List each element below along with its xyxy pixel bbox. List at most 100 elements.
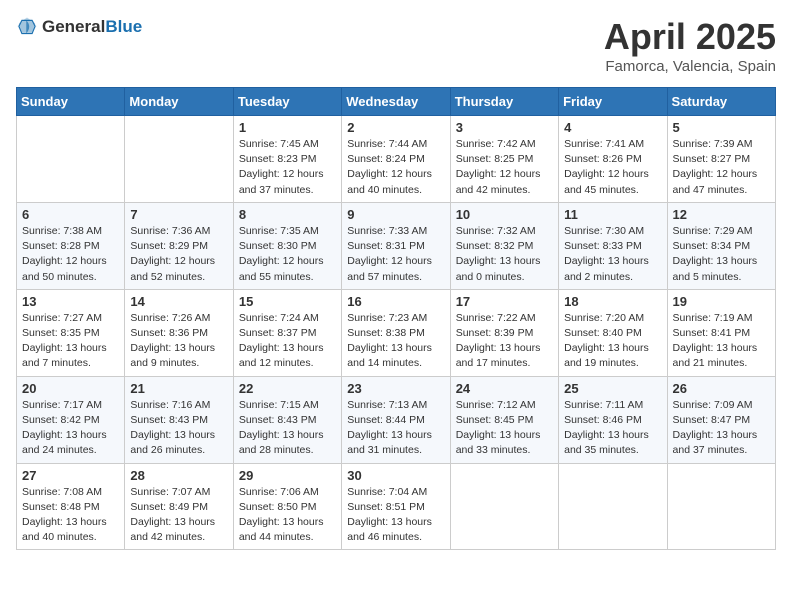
calendar-cell [17,116,125,203]
calendar-cell: 11 Sunrise: 7:30 AMSunset: 8:33 PMDayligh… [559,202,667,289]
day-info: Sunrise: 7:33 AMSunset: 8:31 PMDaylight:… [347,224,444,285]
day-info: Sunrise: 7:26 AMSunset: 8:36 PMDaylight:… [130,311,227,372]
calendar-cell: 12Sunrise: 7:29 AMSunset: 8:34 PMDayligh… [667,202,775,289]
day-number: 1 [239,120,336,135]
day-number: 4 [564,120,661,135]
weekday-header-monday: Monday [125,88,233,116]
weekday-header-sunday: Sunday [17,88,125,116]
location-subtitle: Famorca, Valencia, Spain [604,58,776,75]
calendar-cell: 6 Sunrise: 7:38 AMSunset: 8:28 PMDaylight… [17,202,125,289]
day-number: 2 [347,120,444,135]
calendar-week-row: 20 Sunrise: 7:17 AMSunset: 8:42 PMDayligh… [17,376,776,463]
day-info: Sunrise: 7:13 AMSunset: 8:44 PMDaylight:… [347,398,444,459]
weekday-header-wednesday: Wednesday [342,88,450,116]
day-number: 9 [347,207,444,222]
calendar-week-row: 1 Sunrise: 7:45 AMSunset: 8:23 PMDaylight… [17,116,776,203]
calendar-cell: 15Sunrise: 7:24 AMSunset: 8:37 PMDayligh… [233,289,341,376]
day-number: 30 [347,468,444,483]
day-number: 20 [22,381,119,396]
calendar-cell: 1 Sunrise: 7:45 AMSunset: 8:23 PMDaylight… [233,116,341,203]
calendar-cell: 29Sunrise: 7:06 AMSunset: 8:50 PMDayligh… [233,463,341,550]
day-info: Sunrise: 7:35 AMSunset: 8:30 PMDaylight:… [239,224,336,285]
calendar-cell: 23 Sunrise: 7:13 AMSunset: 8:44 PMDayligh… [342,376,450,463]
day-number: 27 [22,468,119,483]
logo-blue: Blue [105,17,142,36]
calendar-cell: 7 Sunrise: 7:36 AMSunset: 8:29 PMDaylight… [125,202,233,289]
calendar-cell: 14Sunrise: 7:26 AMSunset: 8:36 PMDayligh… [125,289,233,376]
calendar-cell: 13 Sunrise: 7:27 AMSunset: 8:35 PMDayligh… [17,289,125,376]
weekday-header-friday: Friday [559,88,667,116]
calendar-cell: 18 Sunrise: 7:20 AMSunset: 8:40 PMDayligh… [559,289,667,376]
day-info: Sunrise: 7:36 AMSunset: 8:29 PMDaylight:… [130,224,227,285]
day-number: 13 [22,294,119,309]
calendar-cell: 9 Sunrise: 7:33 AMSunset: 8:31 PMDaylight… [342,202,450,289]
calendar-cell: 21 Sunrise: 7:16 AMSunset: 8:43 PMDayligh… [125,376,233,463]
calendar-cell: 16 Sunrise: 7:23 AMSunset: 8:38 PMDayligh… [342,289,450,376]
day-number: 22 [239,381,336,396]
calendar-cell: 30 Sunrise: 7:04 AMSunset: 8:51 PMDayligh… [342,463,450,550]
title-area: April 2025 Famorca, Valencia, Spain [604,16,776,75]
day-info: Sunrise: 7:07 AMSunset: 8:49 PMDaylight:… [130,485,227,546]
calendar-week-row: 6 Sunrise: 7:38 AMSunset: 8:28 PMDaylight… [17,202,776,289]
day-number: 29 [239,468,336,483]
day-info: Sunrise: 7:45 AMSunset: 8:23 PMDaylight:… [239,137,336,198]
calendar-cell: 28 Sunrise: 7:07 AMSunset: 8:49 PMDayligh… [125,463,233,550]
weekday-header-saturday: Saturday [667,88,775,116]
day-info: Sunrise: 7:15 AMSunset: 8:43 PMDaylight:… [239,398,336,459]
day-info: Sunrise: 7:39 AMSunset: 8:27 PMDaylight:… [673,137,770,198]
day-info: Sunrise: 7:32 AMSunset: 8:32 PMDaylight:… [456,224,553,285]
calendar-cell [667,463,775,550]
calendar-cell: 20 Sunrise: 7:17 AMSunset: 8:42 PMDayligh… [17,376,125,463]
calendar-table: SundayMondayTuesdayWednesdayThursdayFrid… [16,87,776,550]
calendar-cell: 25Sunrise: 7:11 AMSunset: 8:46 PMDayligh… [559,376,667,463]
day-info: Sunrise: 7:44 AMSunset: 8:24 PMDaylight:… [347,137,444,198]
calendar-cell [559,463,667,550]
day-info: Sunrise: 7:16 AMSunset: 8:43 PMDaylight:… [130,398,227,459]
day-number: 26 [673,381,770,396]
day-info: Sunrise: 7:30 AMSunset: 8:33 PMDaylight:… [564,224,661,285]
day-number: 17 [456,294,553,309]
day-info: Sunrise: 7:27 AMSunset: 8:35 PMDaylight:… [22,311,119,372]
day-number: 11 [564,207,661,222]
calendar-cell: 8 Sunrise: 7:35 AMSunset: 8:30 PMDaylight… [233,202,341,289]
day-number: 10 [456,207,553,222]
day-info: Sunrise: 7:41 AMSunset: 8:26 PMDaylight:… [564,137,661,198]
day-info: Sunrise: 7:08 AMSunset: 8:48 PMDaylight:… [22,485,119,546]
day-info: Sunrise: 7:19 AMSunset: 8:41 PMDaylight:… [673,311,770,372]
day-info: Sunrise: 7:17 AMSunset: 8:42 PMDaylight:… [22,398,119,459]
day-number: 3 [456,120,553,135]
logo: GeneralBlue [16,16,142,38]
day-info: Sunrise: 7:04 AMSunset: 8:51 PMDaylight:… [347,485,444,546]
weekday-header-thursday: Thursday [450,88,558,116]
calendar-cell [125,116,233,203]
logo-general: General [42,17,105,36]
day-number: 6 [22,207,119,222]
day-number: 23 [347,381,444,396]
day-number: 19 [673,294,770,309]
day-number: 21 [130,381,227,396]
calendar-cell: 10 Sunrise: 7:32 AMSunset: 8:32 PMDayligh… [450,202,558,289]
day-info: Sunrise: 7:38 AMSunset: 8:28 PMDaylight:… [22,224,119,285]
day-info: Sunrise: 7:23 AMSunset: 8:38 PMDaylight:… [347,311,444,372]
day-number: 15 [239,294,336,309]
day-info: Sunrise: 7:20 AMSunset: 8:40 PMDaylight:… [564,311,661,372]
day-number: 18 [564,294,661,309]
day-number: 16 [347,294,444,309]
day-info: Sunrise: 7:09 AMSunset: 8:47 PMDaylight:… [673,398,770,459]
day-number: 8 [239,207,336,222]
day-number: 25 [564,381,661,396]
day-number: 7 [130,207,227,222]
calendar-cell: 19 Sunrise: 7:19 AMSunset: 8:41 PMDayligh… [667,289,775,376]
calendar-cell: 2 Sunrise: 7:44 AMSunset: 8:24 PMDaylight… [342,116,450,203]
day-number: 28 [130,468,227,483]
day-info: Sunrise: 7:12 AMSunset: 8:45 PMDaylight:… [456,398,553,459]
weekday-header-tuesday: Tuesday [233,88,341,116]
day-info: Sunrise: 7:22 AMSunset: 8:39 PMDaylight:… [456,311,553,372]
calendar-cell [450,463,558,550]
month-year-title: April 2025 [604,16,776,58]
calendar-cell: 26 Sunrise: 7:09 AMSunset: 8:47 PMDayligh… [667,376,775,463]
day-info: Sunrise: 7:42 AMSunset: 8:25 PMDaylight:… [456,137,553,198]
calendar-week-row: 27 Sunrise: 7:08 AMSunset: 8:48 PMDayligh… [17,463,776,550]
calendar-cell: 4 Sunrise: 7:41 AMSunset: 8:26 PMDaylight… [559,116,667,203]
logo-icon [16,16,38,38]
